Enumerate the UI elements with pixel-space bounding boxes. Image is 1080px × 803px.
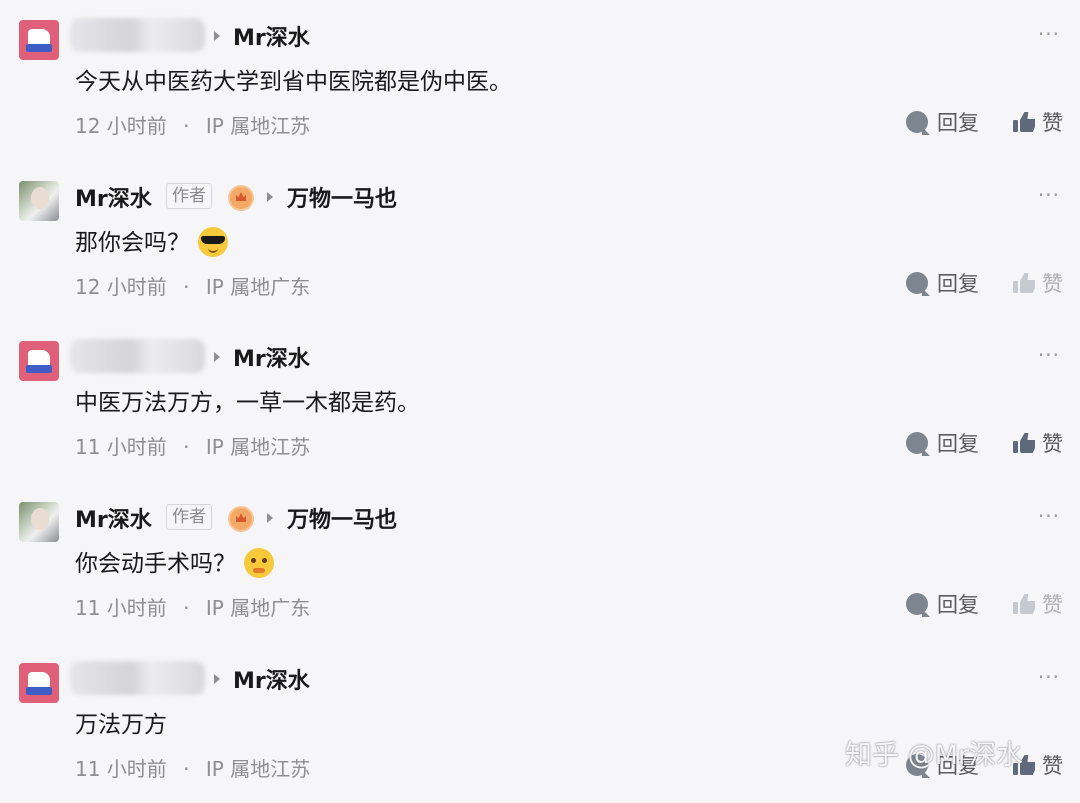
reply-to-name[interactable]: Mr深水 [233,20,310,52]
reply-arrow-icon [214,31,220,41]
comment-time: 11 小时前 [75,596,167,620]
author-tag: 作者 [166,504,212,530]
reply-arrow-icon [267,513,273,523]
comment-bubble-icon [906,754,928,776]
comment-meta: 11 小时前 · IP 属地广东 [75,592,310,621]
reply-label: 回复 [937,272,979,296]
comment-item: Mr深水 ··· 万法万方 11 小时前 · IP 属地江苏 回复 赞 [0,643,1080,803]
comment-content: 万法万方 [75,712,167,738]
like-label: 赞 [1042,111,1063,135]
like-button[interactable]: 赞 [1013,430,1063,456]
thumbs-up-icon [1013,273,1035,293]
creator-badge-icon [228,185,254,211]
more-options-icon[interactable]: ··· [1038,22,1060,46]
creator-badge-icon [228,506,254,532]
ip-location: IP 属地广东 [205,275,311,299]
meta-separator: · [183,275,190,299]
ip-location: IP 属地江苏 [205,757,311,781]
blurred-username [70,18,205,52]
comment-content: 中医万法万方，一草一木都是药。 [75,390,420,416]
thinking-face-emoji-icon [244,547,274,578]
reply-label: 回复 [937,432,979,456]
reply-button[interactable]: 回复 [906,591,979,617]
author-name[interactable]: Mr深水 [75,502,152,534]
comment-meta: 11 小时前 · IP 属地江苏 [75,753,310,782]
like-label: 赞 [1042,593,1063,617]
comment-bubble-icon [906,111,928,133]
more-options-icon[interactable]: ··· [1038,183,1060,207]
ip-location: IP 属地江苏 [205,114,311,138]
like-button[interactable]: 赞 [1013,752,1063,778]
avatar[interactable] [19,181,59,221]
meta-separator: · [183,596,190,620]
comment-content: 你会动手术吗？ [75,544,274,580]
comment-item: Mr深水 ··· 中医万法万方，一草一木都是药。 11 小时前 · IP 属地江… [0,321,1080,481]
reply-button[interactable]: 回复 [906,270,979,296]
meta-separator: · [183,114,190,138]
comment-time: 12 小时前 [75,275,167,299]
like-label: 赞 [1042,272,1063,296]
like-button[interactable]: 赞 [1013,109,1063,135]
reply-to-name[interactable]: 万物一马也 [287,181,397,213]
thumbs-up-icon [1013,594,1035,614]
like-label: 赞 [1042,754,1063,778]
reply-arrow-icon [214,352,220,362]
reply-arrow-icon [267,192,273,202]
thumbs-up-icon [1013,755,1035,775]
reply-label: 回复 [937,754,979,778]
comment-text: 你会动手术吗？ [75,551,236,577]
thumbs-up-icon [1013,112,1035,132]
comment-text: 那你会吗？ [75,230,190,256]
ip-location: IP 属地广东 [205,596,311,620]
comment-time: 12 小时前 [75,114,167,138]
avatar[interactable] [19,20,59,60]
comment-item: Mr深水 作者 万物一马也 ··· 你会动手术吗？ 11 小时前 · IP 属地… [0,482,1080,642]
ip-location: IP 属地江苏 [205,435,311,459]
author-name[interactable]: Mr深水 [75,181,152,213]
like-label: 赞 [1042,432,1063,456]
comment-content: 今天从中医药大学到省中医院都是伪中医。 [75,69,512,95]
comment-bubble-icon [906,593,928,615]
comment-item: Mr深水 ··· 今天从中医药大学到省中医院都是伪中医。 12 小时前 · IP… [0,0,1080,160]
comment-meta: 11 小时前 · IP 属地江苏 [75,431,310,460]
author-tag: 作者 [166,183,212,209]
like-button[interactable]: 赞 [1013,270,1063,296]
reply-button[interactable]: 回复 [906,109,979,135]
avatar[interactable] [19,341,59,381]
comment-meta: 12 小时前 · IP 属地江苏 [75,110,310,139]
cool-face-emoji-icon [198,226,228,257]
like-button[interactable]: 赞 [1013,591,1063,617]
comment-content: 那你会吗？ [75,223,228,259]
more-options-icon[interactable]: ··· [1038,343,1060,367]
comment-bubble-icon [906,432,928,454]
reply-to-name[interactable]: 万物一马也 [287,502,397,534]
meta-separator: · [183,757,190,781]
comment-time: 11 小时前 [75,757,167,781]
comment-time: 11 小时前 [75,435,167,459]
thumbs-up-icon [1013,433,1035,453]
reply-arrow-icon [214,674,220,684]
blurred-username [70,661,205,695]
reply-to-name[interactable]: Mr深水 [233,341,310,373]
blurred-username [70,339,205,373]
comment-item: Mr深水 作者 万物一马也 ··· 那你会吗？ 12 小时前 · IP 属地广东… [0,161,1080,321]
reply-button[interactable]: 回复 [906,430,979,456]
reply-label: 回复 [937,111,979,135]
avatar[interactable] [19,502,59,542]
more-options-icon[interactable]: ··· [1038,504,1060,528]
meta-separator: · [183,435,190,459]
reply-button[interactable]: 回复 [906,752,979,778]
comment-meta: 12 小时前 · IP 属地广东 [75,271,310,300]
more-options-icon[interactable]: ··· [1038,665,1060,689]
reply-label: 回复 [937,593,979,617]
avatar[interactable] [19,663,59,703]
comment-bubble-icon [906,272,928,294]
reply-to-name[interactable]: Mr深水 [233,663,310,695]
